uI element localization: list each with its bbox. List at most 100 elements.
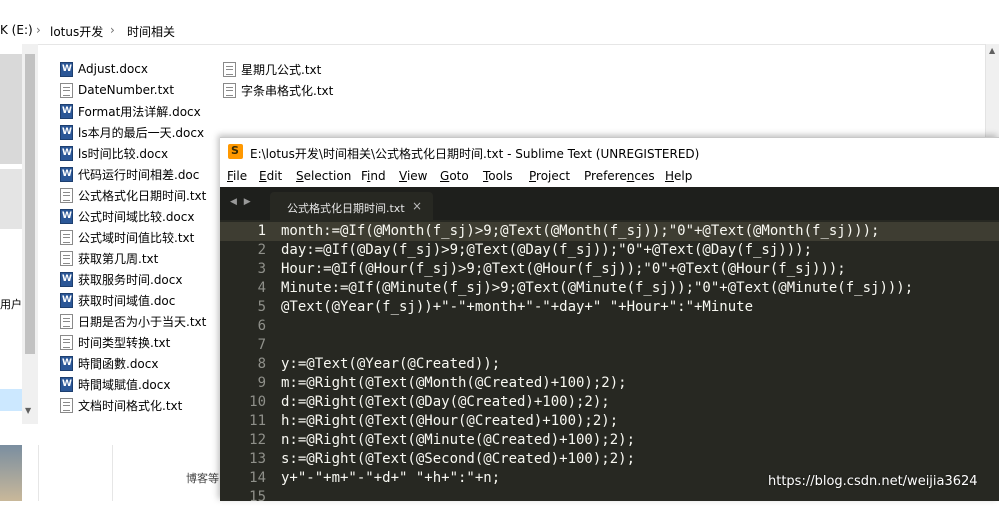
code-line[interactable]: Hour:=@If(@Hour(f_sj)>9;@Text(@Hour(f_sj… — [281, 260, 846, 279]
divider — [112, 445, 113, 501]
line-number: 10 — [249, 394, 266, 410]
file-name: 公式格式化日期时间.txt — [78, 188, 207, 203]
window-titlebar[interactable]: E:\lotus开发\时间相关\公式格式化日期时间.txt - Sublime … — [220, 137, 999, 166]
file-item[interactable]: Format用法详解.docx — [60, 101, 201, 121]
file-name: 获取第几周.txt — [78, 251, 159, 266]
breadcrumb-separator: › — [110, 23, 115, 37]
address-bar[interactable]: K (E:) › lotus开发 › 时间相关 — [0, 17, 999, 45]
tab-active-file[interactable]: 公式格式化日期时间.txt × — [270, 192, 433, 220]
code-editor[interactable]: 1 month:=@If(@Month(f_sj)>9;@Text(@Month(… — [220, 220, 999, 505]
file-item[interactable]: ls本月的最后一天.docx — [60, 122, 204, 142]
menu-item[interactable]: Selection — [296, 169, 351, 183]
word-document-icon — [60, 124, 73, 140]
file-item[interactable]: 時間域賦值.docx — [60, 374, 170, 394]
file-name: ls本月的最后一天.docx — [78, 125, 205, 140]
menu-item-text: E — [259, 169, 267, 183]
menu-item[interactable]: File — [227, 169, 247, 183]
menu-item-text: S — [296, 169, 304, 183]
menu-item-text: oto — [449, 169, 469, 183]
line-number: 7 — [257, 337, 266, 353]
file-name: 获取服务时间.docx — [78, 272, 183, 287]
file-item[interactable]: 公式域时间值比较.txt — [60, 227, 194, 247]
code-line[interactable]: m:=@Right(@Text(@Month(@Created)+100);2)… — [281, 374, 627, 393]
file-item[interactable]: 时间类型转换.txt — [60, 332, 170, 352]
code-line[interactable]: d:=@Right(@Text(@Day(@Created)+100);2); — [281, 393, 610, 412]
code-line[interactable]: y:=@Text(@Year(@Created)); — [281, 355, 500, 374]
file-item[interactable]: 星期几公式.txt — [223, 59, 321, 79]
file-item[interactable]: 公式格式化日期时间.txt — [60, 185, 206, 205]
tab-label: 公式格式化日期时间.txt — [287, 202, 405, 215]
code-line[interactable]: Minute:=@If(@Minute(f_sj)>9;@Text(@Minut… — [281, 279, 913, 298]
breadcrumb-folder-time[interactable]: 时间相关 — [127, 23, 175, 40]
file-name: DateNumber.txt — [78, 83, 175, 97]
nav-item-user-partial[interactable]: 用户 — [0, 296, 22, 312]
menu-item-text: roject — [536, 169, 571, 183]
file-name: 星期几公式.txt — [241, 62, 322, 77]
file-item[interactable]: 文档时间格式化.txt — [60, 395, 182, 415]
file-item[interactable]: 获取服务时间.docx — [60, 269, 182, 289]
code-line[interactable]: month:=@If(@Month(f_sj)>9;@Text(@Month(f… — [281, 222, 879, 241]
file-name: 获取时间域值.doc — [78, 293, 176, 308]
watermark-url: https://blog.csdn.net/weijia3624 — [768, 474, 978, 489]
file-item[interactable]: DateNumber.txt — [60, 80, 174, 100]
menu-item[interactable]: Goto — [440, 169, 469, 183]
text-file-icon — [60, 187, 73, 203]
file-name: 公式域时间值比较.txt — [78, 230, 195, 245]
file-item[interactable]: 字条串格式化.txt — [223, 80, 333, 100]
file-item[interactable]: Adjust.docx — [60, 59, 148, 79]
line-number: 5 — [257, 299, 266, 315]
file-item[interactable]: 代码运行时间相差.doc — [60, 164, 199, 184]
file-name: 时间类型转换.txt — [78, 335, 171, 350]
line-number: 14 — [249, 470, 266, 486]
menu-item-text: election — [303, 169, 352, 183]
breadcrumb-folder-lotus[interactable]: lotus开发 — [50, 23, 103, 40]
nav-selected-item[interactable] — [0, 389, 22, 411]
navigation-pane-scrollbar[interactable]: ▼ — [22, 44, 38, 424]
line-number: 11 — [249, 413, 266, 429]
code-line[interactable]: y+"-"+m+"-"+d+" "+h+":"+n; — [281, 469, 500, 488]
nav-pane-band — [0, 54, 22, 164]
file-item[interactable]: 時間函數.docx — [60, 353, 158, 373]
menu-item[interactable]: View — [399, 169, 427, 183]
file-item[interactable]: 获取第几周.txt — [60, 248, 158, 268]
breadcrumb-separator: › — [36, 23, 41, 37]
tab-nav-arrows-icon[interactable]: ◀ ▶ — [230, 197, 253, 207]
code-line[interactable]: @Text(@Year(f_sj))+"-"+month+"-"+day+" "… — [281, 298, 753, 317]
file-name: 字条串格式化.txt — [241, 83, 334, 98]
scroll-up-arrow-icon[interactable]: ▲ — [989, 46, 995, 55]
scroll-down-arrow-icon[interactable]: ▼ — [25, 406, 31, 415]
line-number: 12 — [249, 432, 266, 448]
line-number: 15 — [249, 489, 266, 505]
code-line[interactable]: n:=@Right(@Text(@Minute(@Created)+100);2… — [281, 431, 635, 450]
menu-item[interactable]: Edit — [259, 169, 282, 183]
code-line[interactable]: s:=@Right(@Text(@Second(@Created)+100);2… — [281, 450, 635, 469]
menu-item-text: elp — [674, 169, 693, 183]
scrollbar-thumb[interactable] — [25, 54, 35, 354]
text-file-icon — [60, 229, 73, 245]
file-item[interactable]: ls时间比较.docx — [60, 143, 168, 163]
text-file-icon — [60, 334, 73, 350]
code-line[interactable]: day:=@If(@Day(f_sj)>9;@Text(@Day(f_sj));… — [281, 241, 812, 260]
menu-item[interactable]: Project — [529, 169, 570, 183]
file-name: 時間域賦值.docx — [78, 377, 171, 392]
text-file-icon — [60, 82, 73, 98]
menu-item[interactable]: Find — [361, 169, 386, 183]
breadcrumb-drive[interactable]: K (E:) — [0, 23, 33, 37]
word-document-icon — [60, 376, 73, 392]
divider — [38, 445, 39, 501]
desktop-photo-thumbnail — [0, 445, 22, 501]
menu-item[interactable]: Help — [665, 169, 692, 183]
file-item[interactable]: 获取时间域值.doc — [60, 290, 175, 310]
code-line[interactable]: h:=@Right(@Text(@Hour(@Created)+100);2); — [281, 412, 618, 431]
tab-close-icon[interactable]: × — [412, 199, 422, 213]
line-number: 9 — [257, 375, 266, 391]
menu-item-text: G — [440, 169, 450, 183]
text-file-icon — [223, 82, 236, 98]
file-item[interactable]: 公式时间域比较.docx — [60, 206, 194, 226]
menu-item[interactable]: Tools — [483, 169, 513, 183]
sublime-logo-icon — [228, 144, 243, 159]
menu-item[interactable]: Preferences — [584, 169, 655, 183]
file-item[interactable]: 日期是否为小于当天.txt — [60, 311, 206, 331]
text-file-icon — [60, 397, 73, 413]
explorer-vertical-scrollbar[interactable]: ▲ — [985, 44, 999, 138]
